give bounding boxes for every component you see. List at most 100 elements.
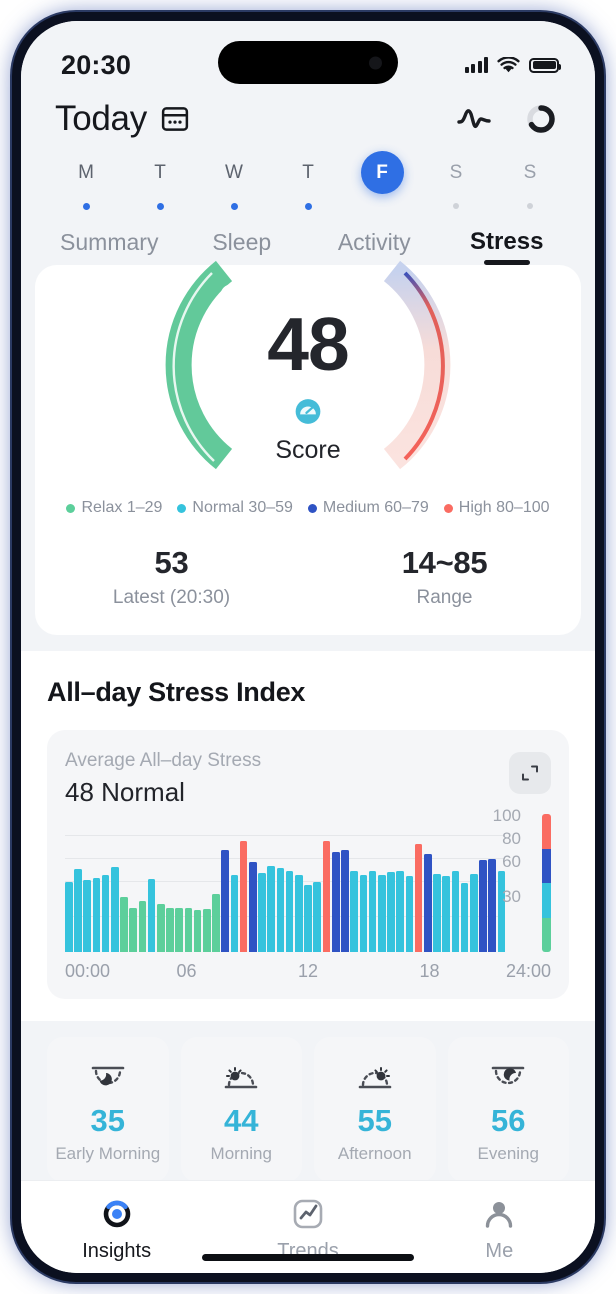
- period-label: Evening: [477, 1144, 539, 1163]
- phone-frame: 20:30 Today M T W T F S S Summary Sleep …: [12, 12, 604, 1282]
- chart-bar: [129, 907, 138, 952]
- sync-ring-icon[interactable]: [521, 99, 561, 139]
- chart-bar: [442, 876, 450, 952]
- chart-bar: [230, 875, 239, 952]
- sun-rise-icon: [185, 1057, 299, 1097]
- week-day-0[interactable]: M: [49, 151, 123, 210]
- nav-item-insights[interactable]: Insights: [21, 1195, 212, 1263]
- legend-label: Relax 1–29: [81, 499, 163, 516]
- chart-bar: [276, 868, 285, 952]
- x-axis-tick: 24:00: [505, 961, 551, 981]
- chart-bar: [157, 904, 165, 952]
- chart-bar: [212, 893, 220, 952]
- score-label: Score: [275, 436, 341, 464]
- stress-gauge: 48 Score: [35, 260, 581, 470]
- wifi-icon: [497, 56, 520, 72]
- period-value: 55: [357, 1103, 392, 1138]
- week-day-label: S: [449, 161, 463, 183]
- week-day-2[interactable]: W: [197, 151, 271, 210]
- x-axis-tick: 18: [419, 961, 440, 981]
- week-day-dot: [230, 203, 238, 210]
- period-card-afternoon[interactable]: 55 Afternoon: [314, 1037, 436, 1182]
- page-title: Today: [55, 99, 147, 138]
- week-day-label: W: [225, 161, 243, 183]
- chart-bar: [249, 862, 257, 952]
- stat-value: 53: [154, 545, 189, 580]
- chart-bar: [451, 870, 460, 952]
- chart-bar: [414, 843, 423, 952]
- week-day-5[interactable]: S: [419, 151, 493, 210]
- moon-dawn-icon: [51, 1057, 165, 1097]
- period-card-morning[interactable]: 44 Morning: [180, 1037, 302, 1182]
- scale-segment: [542, 883, 551, 918]
- average-value: 48 Normal: [65, 777, 185, 807]
- week-day-dot: [82, 203, 90, 210]
- chart-bar: [193, 910, 202, 952]
- chart-bar: [203, 908, 211, 952]
- x-axis-tick: 12: [297, 961, 319, 981]
- legend-dot-icon: [66, 503, 76, 513]
- stress-score-card: 48 Score Relax 1–29 Normal 30–59 Medium 60…: [35, 260, 581, 635]
- stat-0: 53 Latest (20:30): [35, 545, 308, 609]
- chart-bar: [423, 854, 432, 952]
- chart-bar: [295, 875, 303, 952]
- chart-bar: [101, 875, 110, 952]
- chart-bar: [175, 907, 184, 952]
- header-actions: [455, 99, 561, 139]
- calendar-icon[interactable]: [160, 104, 190, 134]
- person-icon: [482, 1195, 516, 1233]
- week-day-6[interactable]: S: [493, 151, 567, 210]
- week-day-selector[interactable]: MTWTFSS: [21, 141, 595, 224]
- chart-color-scale: [542, 814, 551, 952]
- week-day-3[interactable]: T: [271, 151, 345, 210]
- chart-bar: [341, 849, 349, 952]
- week-day-label: T: [302, 161, 314, 183]
- pulse-icon[interactable]: [455, 99, 495, 139]
- period-card-early-morning[interactable]: 35 Early Morning: [47, 1037, 169, 1182]
- period-value: 35: [90, 1103, 125, 1138]
- y-axis-tick: 60: [502, 852, 521, 872]
- chart-bar: [313, 882, 322, 952]
- chart-bar: [433, 874, 441, 952]
- legend-item-2: Medium 60–79: [307, 499, 429, 517]
- chart-bar: [65, 882, 73, 952]
- front-camera-icon: [369, 56, 382, 69]
- scale-segment: [542, 917, 551, 952]
- week-day-dot: [304, 203, 312, 210]
- today-group[interactable]: Today: [55, 99, 190, 139]
- chart-bar: [405, 876, 414, 952]
- chart-bar: [166, 907, 174, 952]
- chart-bar: [184, 907, 193, 952]
- week-day-4[interactable]: F: [345, 151, 419, 210]
- stress-legend: Relax 1–29 Normal 30–59 Medium 60–79 High 8…: [35, 499, 581, 517]
- expand-icon[interactable]: [509, 752, 551, 794]
- chart-bar: [396, 870, 404, 952]
- legend-item-0: Relax 1–29: [66, 499, 162, 517]
- chart-bar: [322, 841, 331, 952]
- all-day-chart-card: Average All–day Stress 48 Normal 30 60 80 1…: [47, 730, 569, 999]
- legend-item-1: Normal 30–59: [177, 499, 293, 517]
- chart-bar: [267, 865, 276, 952]
- week-day-dot: [156, 203, 164, 210]
- chart-bar: [74, 869, 82, 952]
- chart-bar: [377, 875, 386, 952]
- week-day-1[interactable]: T: [123, 151, 197, 210]
- stat-label: Range: [416, 587, 473, 608]
- chart-bar: [221, 849, 230, 952]
- week-day-dot: [453, 203, 459, 209]
- chart-bar: [258, 872, 266, 952]
- nav-item-trends[interactable]: Trends: [212, 1195, 403, 1263]
- chart-bar: [350, 870, 358, 952]
- week-day-label: T: [154, 161, 166, 183]
- all-day-stress-section: All–day Stress Index Average All–day Str…: [21, 651, 595, 1021]
- status-time: 20:30: [61, 49, 132, 80]
- period-card-evening[interactable]: 56 Evening: [447, 1037, 569, 1182]
- legend-dot-icon: [307, 503, 317, 513]
- nav-item-me[interactable]: Me: [404, 1195, 595, 1263]
- phone-screen: 20:30 Today M T W T F S S Summary Sleep …: [21, 21, 595, 1273]
- battery-icon: [529, 57, 561, 73]
- chart-bar: [359, 875, 368, 952]
- stat-value: 14~85: [401, 545, 488, 580]
- legend-label: Normal 30–59: [192, 499, 293, 516]
- average-caption: Average All–day Stress: [65, 750, 262, 771]
